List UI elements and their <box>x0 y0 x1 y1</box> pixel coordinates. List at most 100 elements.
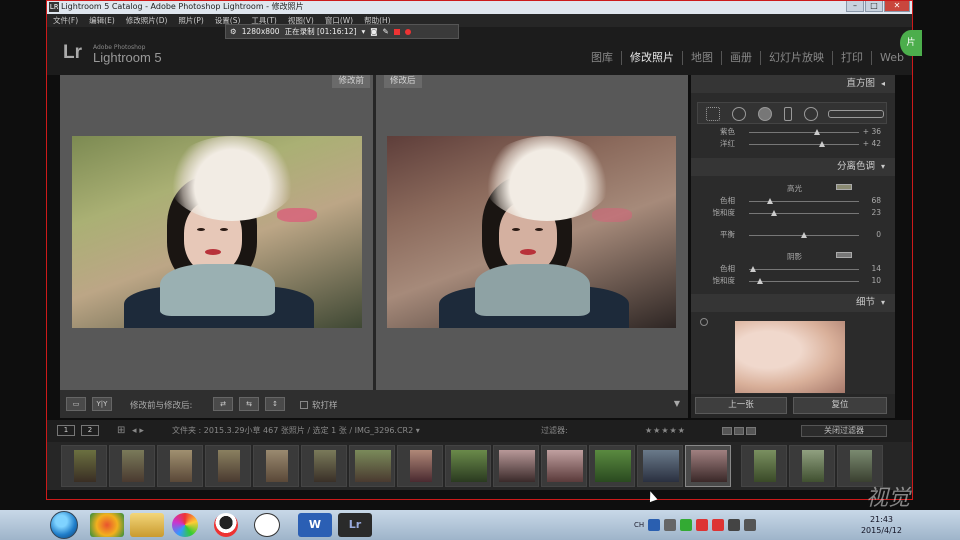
close-button[interactable]: ✕ <box>884 0 910 12</box>
balance-slider[interactable]: 平衡 0 <box>691 230 895 240</box>
slider-track[interactable] <box>749 141 859 147</box>
page-1-button[interactable]: 1 <box>57 425 75 436</box>
spot-removal-tool-icon[interactable] <box>732 107 746 121</box>
antivirus-icon[interactable] <box>696 519 709 531</box>
rating-filter[interactable]: ★★★★★ <box>645 420 686 442</box>
slider-value[interactable]: 10 <box>859 276 881 286</box>
split-toning-header[interactable]: 分离色调 ▾ <box>691 158 895 176</box>
page-2-button[interactable]: 2 <box>81 425 99 436</box>
record-icon[interactable] <box>404 28 411 35</box>
slider-knob[interactable] <box>757 278 763 284</box>
before-photo[interactable] <box>72 136 362 328</box>
network-icon[interactable] <box>728 519 741 531</box>
thumbnail[interactable] <box>541 445 587 487</box>
slider-value[interactable]: + 42 <box>859 139 881 149</box>
flag-icon[interactable] <box>722 427 732 435</box>
flag-icon[interactable] <box>746 427 756 435</box>
minimize-button[interactable]: – <box>846 0 864 12</box>
menu-file[interactable]: 文件(F) <box>53 14 78 27</box>
shadows-color-swatch[interactable] <box>836 252 852 258</box>
settings-icon[interactable] <box>664 519 677 531</box>
collapse-arrow-icon[interactable]: ▾ <box>881 162 885 171</box>
thumbnail[interactable] <box>109 445 155 487</box>
slider-value[interactable]: 0 <box>859 230 881 240</box>
after-photo[interactable] <box>387 136 676 328</box>
soft-proof-toggle[interactable]: 软打样 <box>300 399 338 411</box>
color-app-icon[interactable] <box>172 513 198 537</box>
thumbnail[interactable] <box>301 445 347 487</box>
highlights-hue-slider[interactable]: 色相 68 <box>691 196 895 206</box>
slider-track[interactable] <box>749 278 859 284</box>
slider-track[interactable] <box>749 198 859 204</box>
input-method-indicator[interactable]: CH <box>634 515 644 535</box>
media-app-icon[interactable] <box>90 513 124 537</box>
purple-slider[interactable]: 紫色 + 36 <box>691 127 895 137</box>
slider-knob[interactable] <box>818 141 825 147</box>
detail-preview[interactable] <box>735 321 845 393</box>
before-after-view-button[interactable]: Y|Y <box>92 397 112 411</box>
grid-view-icon[interactable]: ⊞ <box>117 420 125 442</box>
camera-icon[interactable]: ◙ <box>370 25 377 38</box>
thumbnail[interactable] <box>589 445 635 487</box>
maximize-button[interactable]: □ <box>865 0 883 12</box>
module-slideshow[interactable]: 幻灯片放映 <box>761 51 834 65</box>
shadows-hue-slider[interactable]: 色相 14 <box>691 264 895 274</box>
module-print[interactable]: 打印 <box>833 51 873 65</box>
radial-filter-icon[interactable] <box>804 107 818 121</box>
thumbnail[interactable] <box>61 445 107 487</box>
collapse-arrow-icon[interactable]: ▾ <box>881 298 885 307</box>
flag-icon[interactable] <box>734 427 744 435</box>
word-icon[interactable]: W <box>298 513 332 537</box>
previous-button[interactable]: 上一张 <box>695 397 787 414</box>
slider-knob[interactable] <box>814 129 821 135</box>
explorer-folder-icon[interactable] <box>130 513 164 537</box>
thumbnail[interactable] <box>349 445 395 487</box>
adjustment-brush-icon[interactable] <box>828 110 884 118</box>
menu-photo[interactable]: 照片(P) <box>178 14 203 27</box>
copy-before-to-after-icon[interactable]: ⇄ <box>213 397 233 411</box>
module-library[interactable]: 图库 <box>583 51 623 65</box>
slider-value[interactable]: 14 <box>859 264 881 274</box>
red-eye-tool-icon[interactable] <box>758 107 772 121</box>
graduated-filter-icon[interactable] <box>784 107 792 121</box>
module-develop[interactable]: 修改照片 <box>622 51 684 65</box>
histogram-header[interactable]: 直方图 ◂ <box>691 75 895 93</box>
volume-icon[interactable] <box>744 519 757 531</box>
tray-app-icon[interactable] <box>712 519 725 531</box>
recorder-settings-icon[interactable]: ⚙ <box>230 25 237 38</box>
toolbar-dropdown-icon[interactable]: ▼ <box>674 399 680 408</box>
pen-icon[interactable]: ✎ <box>383 25 389 38</box>
collapse-arrow-icon[interactable]: ◂ <box>881 79 885 88</box>
thumbnail[interactable] <box>205 445 251 487</box>
start-button[interactable] <box>50 511 78 539</box>
slider-value[interactable]: 23 <box>859 208 881 218</box>
thumbnail[interactable] <box>397 445 443 487</box>
highlights-color-swatch[interactable] <box>836 184 852 190</box>
slider-track[interactable] <box>749 129 859 135</box>
magenta-slider[interactable]: 洋红 + 42 <box>691 139 895 149</box>
loupe-view-button[interactable]: ▭ <box>66 397 86 411</box>
highlights-saturation-slider[interactable]: 饱和度 23 <box>691 208 895 218</box>
slider-knob[interactable] <box>766 198 773 204</box>
swap-settings-icon[interactable]: ↕ <box>265 397 285 411</box>
copy-after-to-before-icon[interactable]: ⇆ <box>239 397 259 411</box>
nav-arrows-icon[interactable]: ◂ ▸ <box>132 420 144 442</box>
lightroom-taskbar-icon[interactable]: Lr <box>338 513 372 537</box>
qq-icon[interactable] <box>214 513 238 537</box>
thumbnail[interactable] <box>637 445 683 487</box>
side-badge[interactable]: 片 <box>900 30 922 56</box>
thumbnail[interactable] <box>493 445 539 487</box>
slider-knob[interactable] <box>750 266 757 272</box>
module-book[interactable]: 画册 <box>722 51 762 65</box>
thumbnail[interactable] <box>157 445 203 487</box>
app-logo-icon[interactable] <box>254 513 280 537</box>
stop-icon[interactable] <box>393 28 400 35</box>
slider-value[interactable]: + 36 <box>859 127 881 137</box>
recorder-dropdown-icon[interactable]: ▾ <box>362 25 366 38</box>
soft-proof-checkbox[interactable] <box>300 401 308 409</box>
thumbnail[interactable] <box>741 445 787 487</box>
shadows-saturation-slider[interactable]: 饱和度 10 <box>691 276 895 286</box>
slider-value[interactable]: 68 <box>859 196 881 206</box>
close-filter-button[interactable]: 关闭过滤器 <box>801 425 887 437</box>
menu-edit[interactable]: 编辑(E) <box>89 14 115 27</box>
